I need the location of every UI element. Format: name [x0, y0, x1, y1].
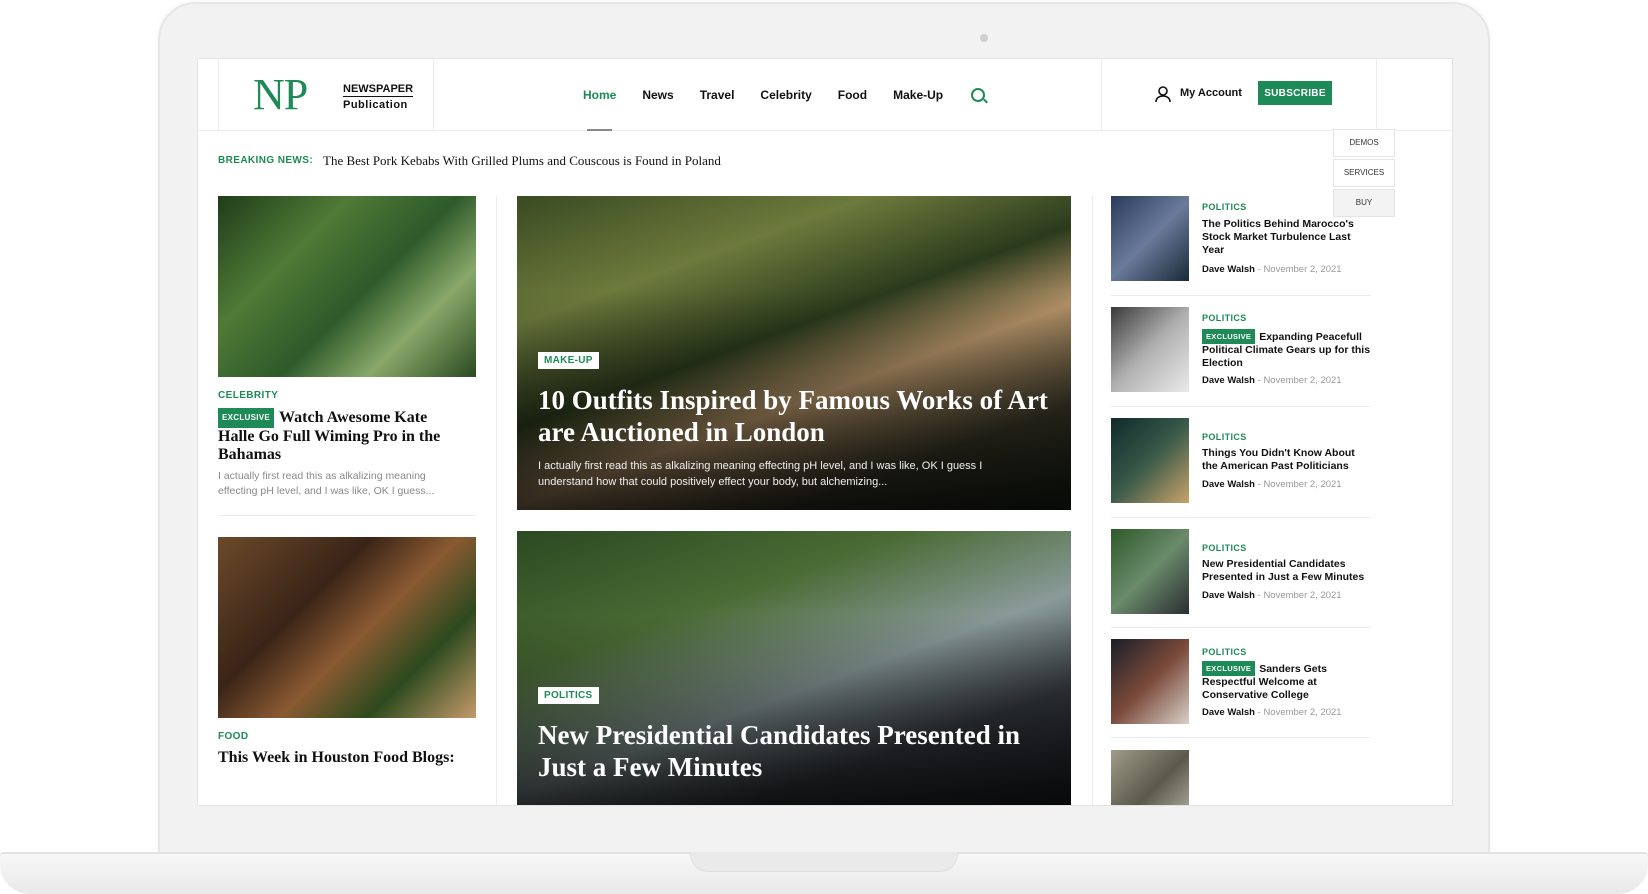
author-name[interactable]: Dave Walsh — [1202, 479, 1255, 490]
subscribe-button[interactable]: SUBSCRIBE — [1258, 81, 1332, 105]
post-category[interactable]: POLITICS — [1202, 313, 1247, 323]
my-account-link[interactable]: My Account — [1180, 87, 1242, 99]
exclusive-badge: EXCLUSIVE — [218, 408, 275, 428]
main-nav: Home News Travel Celebrity Food Make-Up — [583, 59, 986, 131]
post-category[interactable]: CELEBRITY — [218, 390, 278, 401]
featured-card[interactable]: MAKE-UP 10 Outfits Inspired by Famous Wo… — [517, 196, 1071, 510]
user-icon[interactable] — [1154, 85, 1172, 103]
author-name[interactable]: Dave Walsh — [1202, 590, 1255, 601]
post-date: November 2, 2021 — [1263, 707, 1342, 718]
divider — [1111, 295, 1371, 296]
post-title[interactable]: Things You Didn't Know About the America… — [1202, 447, 1372, 473]
column-divider — [496, 196, 497, 805]
search-icon[interactable] — [971, 88, 986, 102]
post-category[interactable]: POLITICS — [1202, 432, 1247, 442]
browser-screen: NP NEWSPAPER Publication Home News Trave… — [197, 58, 1453, 806]
thumbnail[interactable] — [1111, 750, 1189, 805]
breaking-news-label: BREAKING NEWS: — [218, 155, 314, 166]
logo-mark: NP — [253, 70, 308, 119]
post-category[interactable]: POLITICS — [1202, 202, 1247, 212]
list-item[interactable]: POLITICS The Politics Behind Marocco's S… — [1111, 196, 1371, 286]
exclusive-badge: EXCLUSIVE — [1202, 661, 1256, 676]
camera-dot — [980, 34, 988, 42]
meta-separator: - — [1257, 479, 1261, 490]
list-item[interactable]: POLITICS Things You Didn't Know About th… — [1111, 418, 1371, 508]
featured-title[interactable]: 10 Outfits Inspired by Famous Works of A… — [538, 384, 1048, 448]
laptop-notch — [690, 852, 958, 872]
thumbnail[interactable] — [1111, 529, 1189, 614]
post-title[interactable]: EXCLUSIVE Watch Awesome Kate Halle Go Ful… — [218, 408, 458, 464]
post-meta: Dave Walsh - November 2, 2021 — [1202, 707, 1342, 718]
breaking-news-headline[interactable]: The Best Pork Kebabs With Grilled Plums … — [323, 153, 721, 169]
list-item[interactable]: POLITICS EXCLUSIVE Expanding Peacefull Po… — [1111, 307, 1371, 397]
post-category[interactable]: POLITICS — [1202, 543, 1247, 553]
meta-separator: - — [1257, 590, 1261, 601]
meta-separator: - — [1257, 375, 1261, 386]
post-title[interactable]: EXCLUSIVE Expanding Peacefull Political C… — [1202, 329, 1372, 370]
demos-button[interactable]: DEMOS — [1333, 129, 1395, 157]
post-date: November 2, 2021 — [1263, 479, 1342, 490]
list-item[interactable] — [1111, 750, 1371, 805]
featured-excerpt: I actually first read this as alkalizing… — [538, 460, 983, 488]
author-name[interactable]: Dave Walsh — [1202, 375, 1255, 386]
thumbnail[interactable] — [1111, 639, 1189, 724]
thumbnail[interactable] — [1111, 196, 1189, 281]
post-excerpt: I actually first read this as alkalizing… — [218, 470, 435, 497]
nav-item-food[interactable]: Food — [838, 59, 867, 131]
post-date: November 2, 2021 — [1263, 375, 1342, 386]
category-tag[interactable]: POLITICS — [538, 687, 599, 704]
post-title[interactable]: This Week in Houston Food Blogs: — [218, 749, 458, 767]
nav-item-celebrity[interactable]: Celebrity — [760, 59, 811, 131]
column-divider — [1092, 196, 1093, 805]
featured-title[interactable]: New Presidential Candidates Presented in… — [538, 719, 1048, 783]
logo-line-1: NEWSPAPER — [343, 83, 414, 97]
featured-card[interactable]: POLITICS New Presidential Candidates Pre… — [517, 531, 1071, 805]
thumbnail[interactable] — [1111, 418, 1189, 503]
food-post-image[interactable] — [218, 537, 476, 718]
thumbnail[interactable] — [1111, 307, 1189, 392]
post-meta: Dave Walsh - November 2, 2021 — [1202, 479, 1342, 490]
nav-item-travel[interactable]: Travel — [700, 59, 735, 131]
logo[interactable]: NP NEWSPAPER Publication — [218, 59, 434, 131]
author-name[interactable]: Dave Walsh — [1202, 264, 1255, 275]
post-meta: Dave Walsh - November 2, 2021 — [1202, 375, 1342, 386]
meta-separator: - — [1257, 707, 1261, 718]
post-meta: Dave Walsh - November 2, 2021 — [1202, 264, 1342, 275]
divider — [1111, 627, 1371, 628]
services-button[interactable]: SERVICES — [1333, 159, 1395, 187]
divider — [218, 515, 476, 516]
list-item[interactable]: POLITICS New Presidential Candidates Pre… — [1111, 529, 1371, 619]
post-date: November 2, 2021 — [1263, 590, 1342, 601]
post-category[interactable]: POLITICS — [1202, 647, 1247, 657]
exclusive-badge: EXCLUSIVE — [1202, 329, 1256, 344]
divider — [1111, 406, 1371, 407]
post-date: November 2, 2021 — [1263, 264, 1342, 275]
category-tag[interactable]: MAKE-UP — [538, 352, 599, 369]
post-title[interactable]: New Presidential Candidates Presented in… — [1202, 558, 1372, 584]
divider — [1111, 737, 1371, 738]
author-name[interactable]: Dave Walsh — [1202, 707, 1255, 718]
logo-line-2: Publication — [343, 99, 408, 111]
post-title[interactable]: The Politics Behind Marocco's Stock Mark… — [1202, 218, 1372, 257]
nav-item-home[interactable]: Home — [583, 59, 616, 131]
divider — [1111, 517, 1371, 518]
meta-separator: - — [1257, 264, 1261, 275]
site-header: NP NEWSPAPER Publication Home News Trave… — [198, 59, 1452, 131]
nav-item-make-up[interactable]: Make-Up — [893, 59, 943, 131]
list-item[interactable]: POLITICS EXCLUSIVE Sanders Gets Respectfu… — [1111, 639, 1371, 729]
nav-item-news[interactable]: News — [642, 59, 673, 131]
header-actions: My Account SUBSCRIBE — [1101, 59, 1377, 131]
post-title[interactable]: EXCLUSIVE Sanders Gets Respectful Welcome… — [1202, 661, 1372, 702]
post-meta: Dave Walsh - November 2, 2021 — [1202, 590, 1342, 601]
celebrity-post-image[interactable] — [218, 196, 476, 377]
post-category[interactable]: FOOD — [218, 731, 249, 742]
